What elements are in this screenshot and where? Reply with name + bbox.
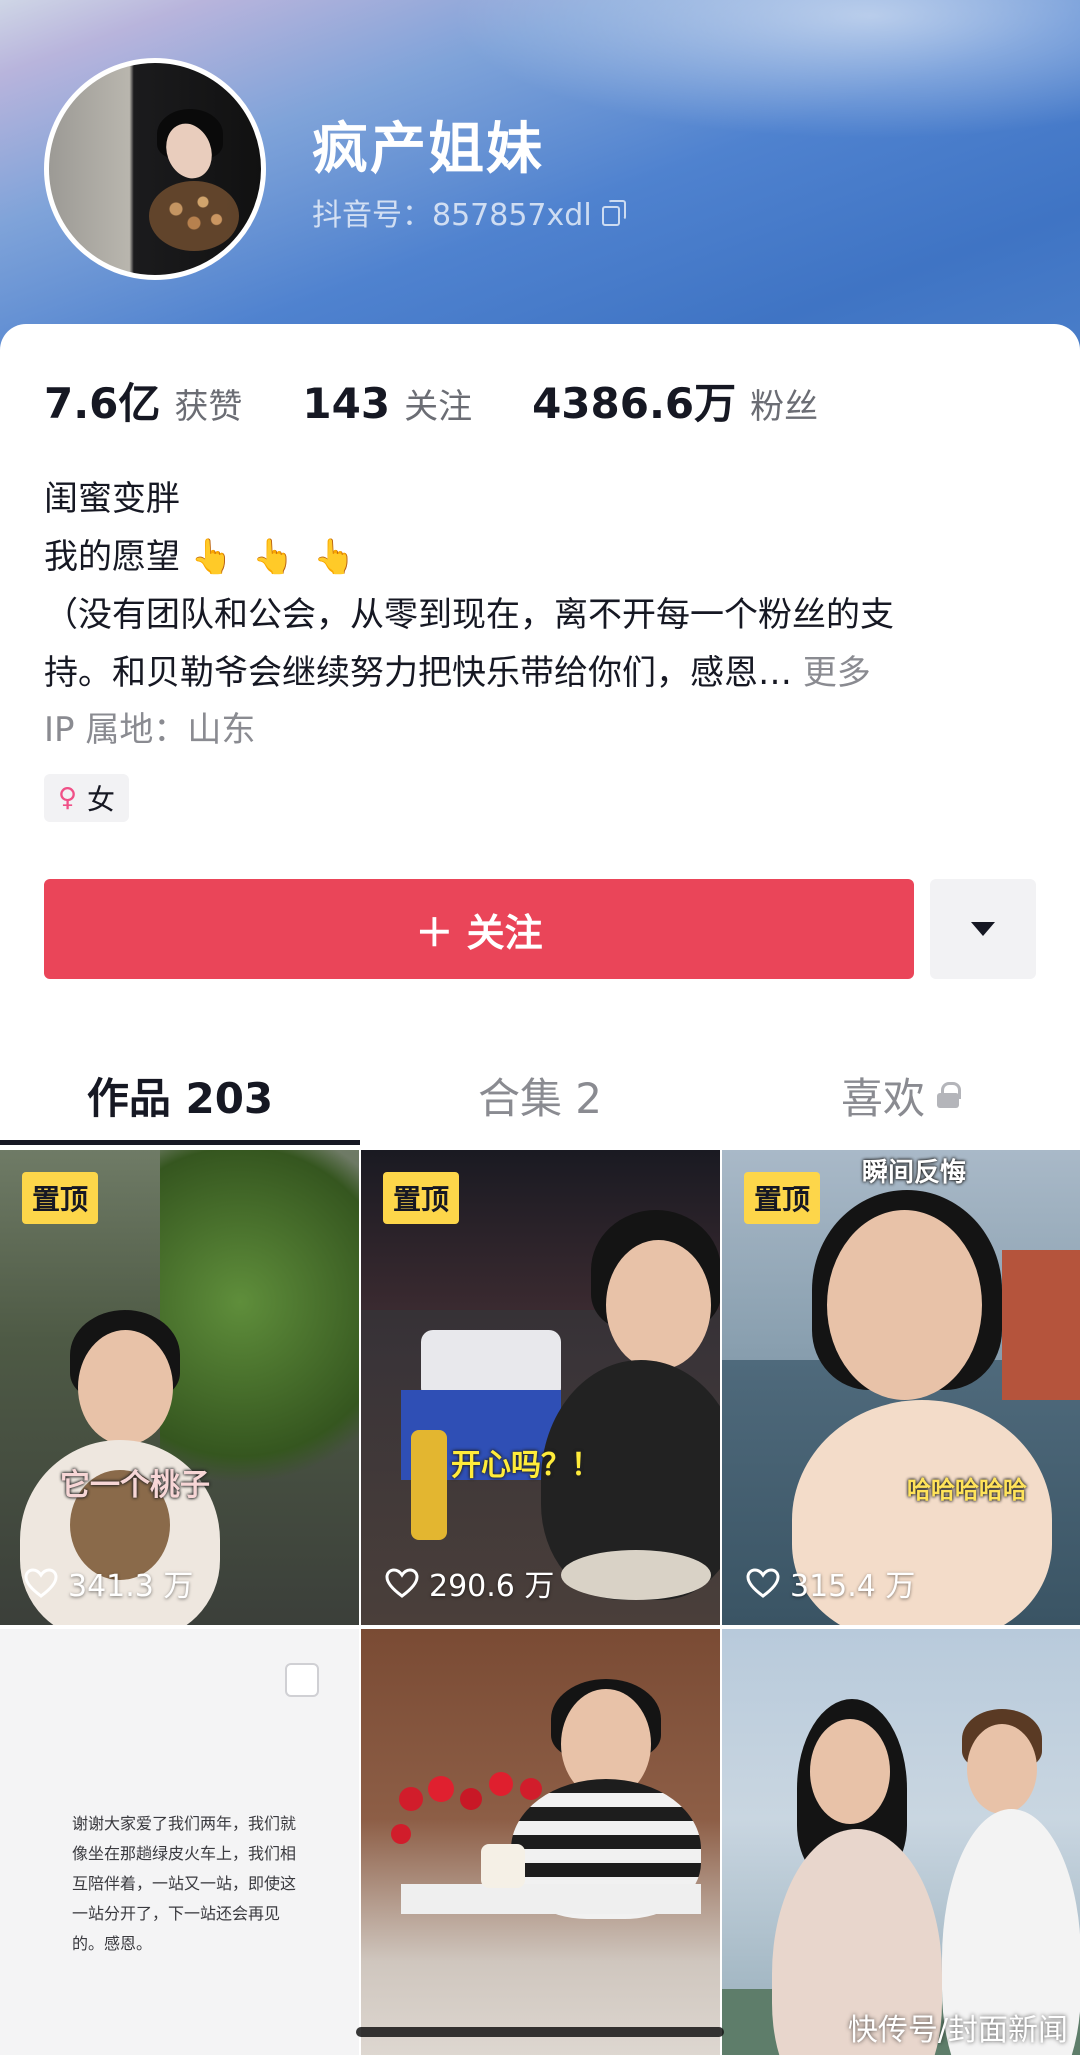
watermark: 快传号/封面新闻 <box>847 2013 1068 2048</box>
heart-icon <box>24 1568 58 1598</box>
second-person-face <box>967 1724 1037 1814</box>
douyin-id[interactable]: 抖音号：857857xdl <box>312 190 626 234</box>
ship-hull <box>1002 1250 1080 1400</box>
gender-tag: ♀ 女 <box>44 774 130 822</box>
person-face <box>78 1330 173 1445</box>
video-thumbnail[interactable]: 置顶 开心吗？！ 290.6 万 <box>361 1150 720 1625</box>
pinned-badge: 置顶 <box>383 1172 460 1224</box>
checkbox-icon <box>285 1663 319 1697</box>
food-plate <box>561 1550 711 1600</box>
follow-button[interactable]: ＋ 关注 <box>44 879 914 979</box>
bio-line: （没有团队和公会，从零到现在，离不开每一个粉丝的支 <box>44 595 894 635</box>
like-count-text: 315.4 万 <box>790 1569 916 1604</box>
female-icon: ♀ <box>58 783 78 813</box>
heart-icon <box>746 1568 780 1598</box>
stat-label: 粉丝 <box>750 387 819 427</box>
video-overlay-title: 瞬间反悔 <box>862 1158 967 1188</box>
stat-followers[interactable]: 4386.6万 粉丝 <box>532 370 818 431</box>
bio-line-text: 我的愿望 <box>44 537 180 577</box>
pinned-badge: 置顶 <box>22 1172 99 1224</box>
heart-icon <box>385 1568 419 1598</box>
avatar-flowers <box>149 181 239 251</box>
like-count: 290.6 万 <box>385 1561 554 1605</box>
video-thumbnail[interactable]: 置顶 瞬间反悔 哈哈哈哈哈 315.4 万 <box>722 1150 1080 1625</box>
drink-bottle <box>411 1430 447 1540</box>
tab-collections[interactable]: 合集 2 <box>360 1045 720 1145</box>
stat-likes[interactable]: 7.6亿 获赞 <box>44 370 242 431</box>
video-thumbnail[interactable]: 谢谢大家爱了我们两年，我们就像坐在那趟绿皮火车上，我们相互陪伴着，一站又一站，即… <box>0 1629 359 2055</box>
video-overlay-text: 它一个桃子 <box>60 1468 210 1503</box>
tab-works[interactable]: 作品 203 <box>0 1045 360 1145</box>
gender-label: 女 <box>87 783 116 816</box>
note-text: 谢谢大家爱了我们两年，我们就像坐在那趟绿皮火车上，我们相互陪伴着，一站又一站，即… <box>72 1814 297 1953</box>
stat-number: 7.6亿 <box>44 379 161 428</box>
more-options-button[interactable] <box>930 879 1036 979</box>
video-thumbnail[interactable] <box>361 1629 720 2055</box>
video-overlay-text: 开心吗？！ <box>451 1448 601 1483</box>
video-thumbnail[interactable]: 置顶 它一个桃子 341.3 万 <box>0 1150 359 1625</box>
stat-label: 关注 <box>404 387 473 427</box>
lock-icon <box>937 1082 961 1108</box>
profile-bio: 闺蜜变胖 我的愿望 👆 👆 👆 （没有团队和公会，从零到现在，离不开每一个粉丝的… <box>44 470 1044 702</box>
like-count-text: 341.3 万 <box>68 1569 194 1604</box>
person-face <box>827 1210 982 1400</box>
like-count: 315.4 万 <box>746 1561 915 1605</box>
video-overlay-text: 哈哈哈哈哈 <box>907 1476 1027 1504</box>
like-count-text: 290.6 万 <box>429 1569 555 1604</box>
bio-more-link[interactable]: 更多 <box>803 653 871 693</box>
tab-label: 合集 2 <box>477 1073 603 1123</box>
table <box>401 1884 701 1914</box>
pinned-badge: 置顶 <box>744 1172 821 1224</box>
bio-line-text: 持。和贝勒爷会继续努力把快乐带给你们，感恩… <box>44 653 792 693</box>
active-tab-indicator <box>0 1140 360 1145</box>
tab-likes[interactable]: 喜欢 <box>720 1045 1080 1145</box>
copy-icon[interactable] <box>601 200 626 226</box>
stat-label: 获赞 <box>174 387 243 427</box>
tab-label: 喜欢 <box>840 1073 925 1123</box>
profile-nickname: 疯产姐妹 <box>312 117 544 182</box>
bio-line: 持。和贝勒爷会继续努力把快乐带给你们，感恩… 更多 <box>44 644 1044 702</box>
ip-location: IP 属地：山东 <box>44 710 256 750</box>
douyin-id-text: 抖音号：857857xdl <box>312 198 592 233</box>
like-count: 341.3 万 <box>24 1561 193 1605</box>
stats-row: 7.6亿 获赞 143 关注 4386.6万 粉丝 <box>44 370 878 431</box>
avatar[interactable] <box>44 58 266 280</box>
home-indicator[interactable] <box>356 2027 724 2037</box>
stat-following[interactable]: 143 关注 <box>302 379 472 428</box>
stat-number: 4386.6万 <box>532 379 737 428</box>
video-thumbnail[interactable] <box>722 1629 1080 2055</box>
person-face <box>810 1719 890 1824</box>
video-grid: 置顶 它一个桃子 341.3 万 置顶 开心吗？！ 290.6 万 置顶 瞬间反… <box>0 1150 1080 2055</box>
bio-line: 我的愿望 👆 👆 👆 <box>44 528 1044 586</box>
pointing-hand-icon: 👆 👆 👆 <box>190 537 360 577</box>
bio-line: 闺蜜变胖 <box>44 479 180 519</box>
tab-label: 作品 203 <box>86 1073 274 1123</box>
dropdown-triangle-icon <box>971 922 995 936</box>
mug <box>481 1844 525 1888</box>
profile-tabs: 作品 203 合集 2 喜欢 <box>0 1045 1080 1145</box>
stat-number: 143 <box>302 379 391 428</box>
person-face <box>606 1240 711 1370</box>
